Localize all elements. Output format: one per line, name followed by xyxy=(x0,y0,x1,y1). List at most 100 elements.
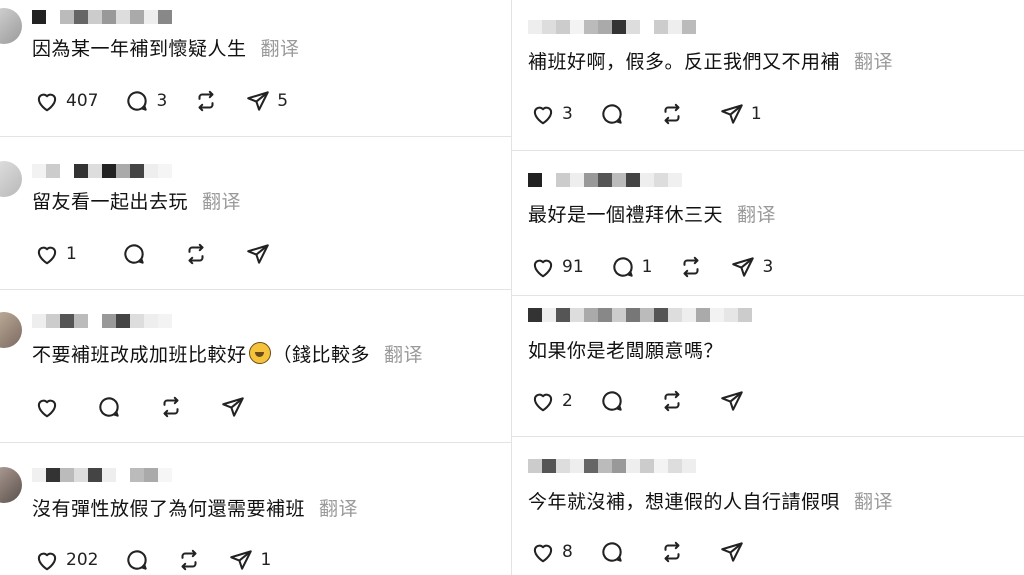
comment-icon xyxy=(602,542,622,562)
action-bar: 202 1 xyxy=(34,547,297,573)
comment-text: 因為某一年補到懷疑人生 翻译 xyxy=(32,36,300,62)
avatar[interactable] xyxy=(0,8,22,44)
repost-icon xyxy=(181,549,197,571)
share-button[interactable]: 3 xyxy=(730,254,773,280)
like-button[interactable]: 91 xyxy=(530,254,584,280)
comment-body: 沒有彈性放假了為何還需要補班 xyxy=(32,498,306,520)
action-bar: 8 xyxy=(530,539,771,565)
comment-post: 因為某一年補到懷疑人生 翻译 407 3 5 xyxy=(0,0,512,136)
translate-link[interactable]: 翻译 xyxy=(854,491,893,513)
avatar[interactable] xyxy=(0,161,22,197)
send-icon xyxy=(230,550,253,570)
reply-button[interactable] xyxy=(599,101,625,127)
repost-button[interactable] xyxy=(176,547,202,573)
reply-button[interactable] xyxy=(599,539,625,565)
share-button[interactable] xyxy=(245,241,271,267)
like-button[interactable] xyxy=(34,394,60,420)
username-blurred[interactable] xyxy=(32,10,172,28)
send-icon xyxy=(247,91,270,111)
like-button[interactable]: 2 xyxy=(530,388,573,414)
repost-button[interactable] xyxy=(158,394,184,420)
share-count: 5 xyxy=(277,91,289,111)
comment-icon xyxy=(99,397,119,417)
like-button[interactable]: 202 xyxy=(34,547,98,573)
translate-link[interactable]: 翻译 xyxy=(384,344,423,366)
send-icon xyxy=(732,257,755,277)
username-blurred[interactable] xyxy=(32,164,172,182)
translate-link[interactable]: 翻译 xyxy=(202,191,241,213)
avatar[interactable] xyxy=(0,312,22,348)
action-bar: 91 1 3 xyxy=(530,254,799,280)
username-blurred[interactable] xyxy=(528,308,752,326)
comment-post: 沒有彈性放假了為何還需要補班 翻译 202 1 xyxy=(0,443,512,575)
translate-link[interactable]: 翻译 xyxy=(854,51,893,73)
heart-icon xyxy=(37,246,57,265)
send-icon xyxy=(222,397,244,417)
share-button[interactable] xyxy=(719,388,745,414)
translate-link[interactable]: 翻译 xyxy=(319,498,358,520)
action-bar: 3 1 xyxy=(530,101,788,127)
heart-icon xyxy=(533,259,553,278)
comment-post: 如果你是老闆願意嗎？ 2 xyxy=(512,296,1024,436)
comment-body: 如果你是老闆願意嗎？ xyxy=(528,340,724,362)
repost-button[interactable] xyxy=(193,88,219,114)
username-blurred[interactable] xyxy=(528,20,696,38)
share-button[interactable]: 1 xyxy=(719,101,762,127)
avatar[interactable] xyxy=(0,467,22,503)
like-button[interactable]: 8 xyxy=(530,539,573,565)
rolling-laughing-emoji xyxy=(248,342,271,364)
share-button[interactable]: 5 xyxy=(245,88,288,114)
send-icon xyxy=(247,244,269,264)
like-button[interactable]: 1 xyxy=(34,241,77,267)
like-button[interactable]: 3 xyxy=(530,101,573,127)
action-bar: 1 xyxy=(34,241,297,267)
heart-icon xyxy=(37,399,57,418)
comment-icon xyxy=(127,91,148,111)
comment-post: 不要補班改成加班比較好 （錢比較多 翻译 xyxy=(0,290,512,442)
repost-icon xyxy=(664,541,680,563)
comment-post: 今年就沒補，想連假的人自行請假唄 翻译 8 xyxy=(512,437,1024,575)
repost-button[interactable] xyxy=(659,101,685,127)
like-button[interactable]: 407 xyxy=(34,88,98,114)
heart-icon xyxy=(533,393,553,412)
username-blurred[interactable] xyxy=(528,173,682,191)
comment-text: 不要補班改成加班比較好 （錢比較多 翻译 xyxy=(32,342,423,368)
username-blurred[interactable] xyxy=(528,459,696,477)
comment-body: 因為某一年補到懷疑人生 xyxy=(32,38,247,60)
action-bar xyxy=(34,394,272,420)
reply-button[interactable]: 3 xyxy=(124,88,167,114)
repost-button[interactable] xyxy=(183,241,209,267)
repost-button[interactable] xyxy=(659,388,685,414)
comment-text: 最好是一個禮拜休三天 翻译 xyxy=(528,202,776,228)
translate-link[interactable]: 翻译 xyxy=(261,38,300,60)
username-blurred[interactable] xyxy=(32,314,172,332)
comment-body-tail: （錢比較多 xyxy=(272,344,371,366)
share-button[interactable]: 1 xyxy=(228,547,271,573)
reply-button[interactable] xyxy=(96,394,122,420)
comment-icon xyxy=(124,244,144,264)
repost-button[interactable] xyxy=(678,254,704,280)
reply-button[interactable]: 1 xyxy=(610,254,652,280)
like-count: 407 xyxy=(66,91,99,111)
username-blurred[interactable] xyxy=(32,468,172,486)
reply-count: 3 xyxy=(156,91,168,111)
comment-body: 補班好啊，假多。反正我們又不用補 xyxy=(528,51,841,73)
comment-post: 補班好啊，假多。反正我們又不用補 翻译 3 1 xyxy=(512,0,1024,150)
share-button[interactable] xyxy=(220,394,246,420)
translate-link[interactable]: 翻译 xyxy=(737,204,776,226)
repost-icon xyxy=(188,243,204,265)
right-column: 補班好啊，假多。反正我們又不用補 翻译 3 1 最好是一個禮拜休三天 翻译 91… xyxy=(512,0,1024,575)
comment-text: 留友看一起出去玩 翻译 xyxy=(32,189,241,215)
repost-button[interactable] xyxy=(659,539,685,565)
share-button[interactable] xyxy=(719,539,745,565)
like-count: 202 xyxy=(66,550,99,570)
reply-button[interactable] xyxy=(121,241,147,267)
comment-icon xyxy=(127,550,148,570)
share-count: 1 xyxy=(260,550,272,570)
reply-button[interactable] xyxy=(124,547,150,573)
repost-icon xyxy=(163,396,179,418)
repost-icon xyxy=(683,256,699,278)
left-column: 因為某一年補到懷疑人生 翻译 407 3 5 留友看一起出去玩 翻译 1 不要補… xyxy=(0,0,512,575)
comment-icon xyxy=(602,391,622,411)
reply-button[interactable] xyxy=(599,388,625,414)
